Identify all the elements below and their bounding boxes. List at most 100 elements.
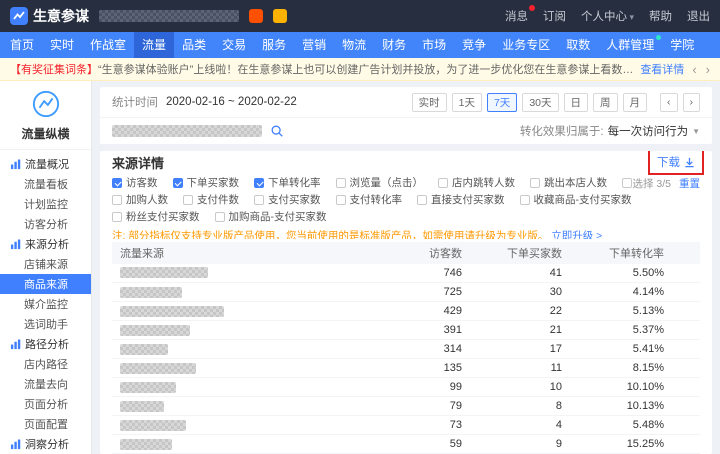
range-button[interactable]: 日 [563,92,588,112]
column-header[interactable]: 下单买家数 [470,241,570,264]
metric-checkbox[interactable]: 支付买家数 [254,192,321,207]
nav-item[interactable]: 物流 [334,32,374,58]
download-button[interactable]: 下载 [652,151,700,173]
nav-item[interactable]: 作战室 [82,32,134,58]
upgrade-note: 注: 部分指标仅支持专业版产品使用，您当前使用的是标准版产品，如需使用请升级为专… [100,226,712,239]
checkbox-icon [417,194,427,205]
sidebar-item-label: 流量概况 [25,159,69,171]
nav-item[interactable]: 首页 [2,32,42,58]
sidebar-item[interactable]: 流量去向 [0,374,91,394]
sidebar-item-label: 店铺来源 [24,259,68,271]
metric-cell: 9 [470,434,570,454]
sidebar-item[interactable]: 洞察分析 [0,434,91,454]
nav-item[interactable]: 业务专区 [494,32,558,58]
date-filter-row: 统计时间 2020-02-16 ~ 2020-02-22 实时 1天 7天 30天日周… [100,87,712,117]
topbar-item[interactable]: 个人中心 ▾ [581,8,634,24]
sidebar-item[interactable]: 商品来源 [0,274,91,294]
metric-checkbox[interactable]: 浏览量（点击） [335,175,424,190]
section-chart-icon [10,338,21,350]
table-row: 314 17 5.41% [112,339,700,359]
tmall-icon [249,9,263,23]
column-header[interactable]: 下单转化率 [570,241,700,264]
sidebar-item[interactable]: 流量概况 [0,154,91,174]
metric-label: 下单买家数 [186,177,240,189]
sidebar-item[interactable]: 访客分析 [0,214,91,234]
checkbox-icon [335,177,346,188]
metric-label: 浏览量（点击） [349,177,424,189]
notice-prefix: 【有奖征集词条】 [10,64,98,76]
app-logo[interactable]: 生意参谋 [10,6,89,26]
reset-button[interactable]: 重置 [679,176,700,191]
nav-item[interactable]: 人群管理 [598,32,662,58]
checkbox-icon [622,177,632,188]
sidebar-item[interactable]: 媒介监控 [0,294,91,314]
search-icon[interactable] [270,124,284,138]
metric-checkbox[interactable]: 支付转化率 [335,192,403,207]
column-header[interactable]: 流量来源 [112,241,380,264]
sidebar-item[interactable]: 页面分析 [0,394,91,414]
topbar-item[interactable]: 订阅 [543,8,566,24]
range-button[interactable]: 月 [622,92,647,112]
range-button[interactable]: 7天 [486,92,518,112]
nav-item[interactable]: 财务 [374,32,414,58]
sidebar-item[interactable]: 流量看板 [0,174,91,194]
range-button[interactable]: 周 [593,92,618,112]
table-head-row: 流量来源 访客数 下单买家数 下单转化率 [112,241,700,264]
topbar-item[interactable]: 退出 [687,8,710,24]
range-button[interactable]: 1天 [451,92,482,112]
topbar-item[interactable]: 消息 [505,5,535,24]
sidebar-item[interactable]: 选词助手 [0,314,91,334]
range-next-button[interactable]: › [682,92,700,112]
conversion-dropdown[interactable]: 转化效果归属于: 每一次访问行为 ▼ [520,123,700,139]
metric-checkbox[interactable]: 加购人数 [112,192,168,207]
sidebar-item[interactable]: 店铺来源 [0,254,91,274]
checkbox-icon [112,194,122,205]
nav-item[interactable]: 流量 [134,32,175,58]
checkbox-icon [214,211,225,222]
nav-item[interactable]: 营销 [294,32,334,58]
range-button[interactable]: 30天 [522,92,559,112]
nav-item[interactable]: 市场 [414,32,454,58]
column-header[interactable]: 访客数 [380,241,470,264]
notice-detail-link[interactable]: 查看详情 [640,61,684,77]
sidebar-item[interactable]: 计划监控 [0,194,91,214]
table-row: 746 41 5.50% [112,263,700,283]
metric-checkbox[interactable]: 直接支付买家数 [417,192,505,207]
nav-item[interactable]: 竞争 [454,32,494,58]
upgrade-link[interactable]: 立即升级 > [551,230,602,239]
app-logo-text: 生意参谋 [33,8,89,24]
sidebar-item[interactable]: 路径分析 [0,334,91,354]
metric-checkbox[interactable]: 访客数 [112,175,158,190]
sidebar-item-label: 页面配置 [24,419,68,431]
metric-checkbox[interactable]: 支付件数 [183,192,239,207]
sidebar-item[interactable]: 店内路径 [0,354,91,374]
nav-item[interactable]: 实时 [42,32,82,58]
notice-next-icon[interactable]: › [706,62,710,77]
range-button[interactable]: 实时 [411,92,447,112]
nav-item[interactable]: 品类 [174,32,214,58]
metric-checkbox[interactable]: 收藏商品-支付买家数 [519,192,632,207]
metric-checkbox[interactable]: 粉丝支付买家数 [112,209,200,224]
redacted-source [120,419,186,431]
source-cell [112,301,380,321]
metric-checkbox[interactable]: 店内跳转人数 [438,175,515,190]
nav-item[interactable]: 取数 [558,32,598,58]
checkbox-icon [530,177,540,188]
notice-prev-icon[interactable]: ‹ [692,62,696,77]
metric-label: 支付转化率 [349,194,403,206]
checkbox-checked-icon [172,177,183,188]
nav-item[interactable]: 学院 [662,32,702,58]
metric-label: 加购人数 [126,194,168,206]
nav-item[interactable]: 交易 [214,32,254,58]
metric-checkbox[interactable]: 下单买家数 [172,175,240,190]
range-prev-button[interactable]: ‹ [660,92,678,112]
sidebar-item[interactable]: 页面配置 [0,414,91,434]
metric-checkbox[interactable]: 跳出本店人数 [530,175,607,190]
topbar-item[interactable]: 帮助 [649,8,672,24]
metric-checkbox[interactable]: 下单转化率 [254,175,321,190]
sidebar-item[interactable]: 来源分析 [0,234,91,254]
nav-item[interactable]: 服务 [254,32,294,58]
metric-label: 直接支付买家数 [431,194,505,206]
metric-checkbox[interactable]: 加购商品-支付买家数 [214,209,327,224]
date-range-value[interactable]: 2020-02-16 ~ 2020-02-22 [166,96,297,108]
